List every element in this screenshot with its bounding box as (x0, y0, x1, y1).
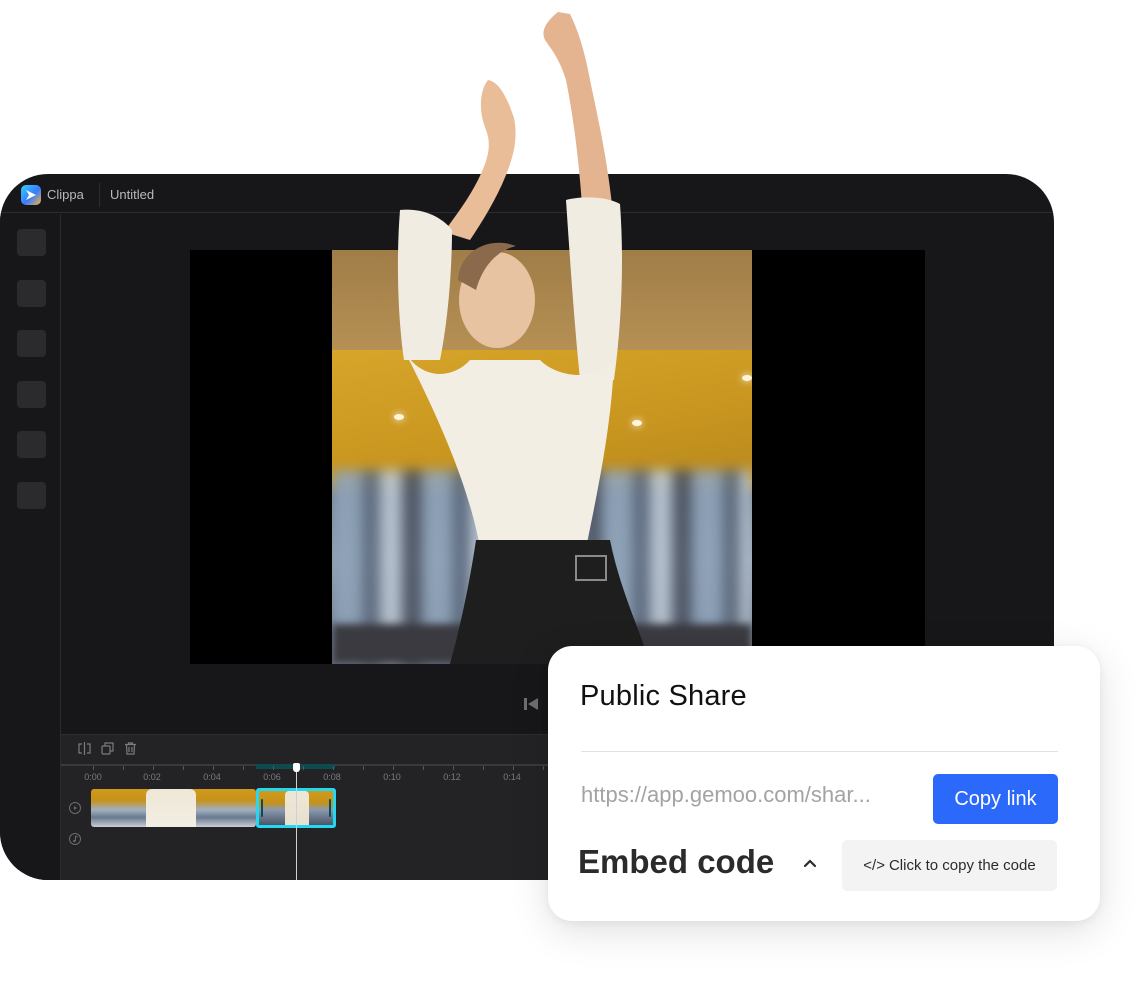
title-bar: Clippa Untitled (0, 174, 1054, 213)
sidebar-tool-1[interactable] (17, 229, 46, 256)
delete-icon[interactable] (123, 741, 138, 756)
copy-embed-code-button[interactable]: </> Click to copy the code (842, 840, 1057, 891)
code-icon: </> (863, 857, 885, 874)
ruler-label: 0:08 (323, 772, 341, 782)
photo-light (742, 375, 752, 381)
playhead[interactable] (296, 768, 297, 880)
ruler-tick (393, 766, 394, 770)
ruler-label: 0:12 (443, 772, 461, 782)
skip-to-start-icon[interactable] (523, 696, 539, 712)
audio-track-icon (69, 833, 81, 845)
ruler-tick (273, 766, 274, 770)
sidebar-tool-5[interactable] (17, 431, 46, 458)
ruler-tick (453, 766, 454, 770)
sidebar-tool-6[interactable] (17, 482, 46, 509)
title-divider (99, 183, 100, 207)
sidebar-tool-3[interactable] (17, 330, 46, 357)
ruler-label: 0:10 (383, 772, 401, 782)
video-clip[interactable] (91, 789, 256, 827)
sidebar-tool-2[interactable] (17, 280, 46, 307)
ruler-tick (243, 766, 244, 770)
ruler-tick (423, 766, 424, 770)
public-share-card: Public Share https://app.gemoo.com/shar.… (548, 646, 1100, 921)
video-track-icon (69, 802, 81, 814)
duplicate-icon[interactable] (100, 741, 115, 756)
tool-sidebar (0, 214, 61, 880)
embed-code-toggle[interactable]: Embed code (578, 843, 774, 881)
split-icon[interactable] (77, 741, 92, 756)
ruler-label: 0:00 (84, 772, 102, 782)
ruler-tick (363, 766, 364, 770)
photo-ceiling (332, 250, 752, 360)
photo-light (394, 414, 404, 420)
clip-trim-handle-right[interactable] (329, 799, 331, 817)
document-title[interactable]: Untitled (110, 187, 154, 202)
share-url-field[interactable]: https://app.gemoo.com/shar... (581, 782, 933, 808)
ruler-label: 0:06 (263, 772, 281, 782)
clip-trim-handle-left[interactable] (261, 799, 263, 817)
sidebar-tool-4[interactable] (17, 381, 46, 408)
copy-code-label: Click to copy the code (888, 857, 1036, 874)
chevron-up-icon[interactable] (803, 858, 817, 868)
ruler-tick (543, 766, 544, 770)
playhead-handle[interactable] (293, 763, 300, 772)
ruler-tick (123, 766, 124, 770)
ruler-tick (153, 766, 154, 770)
app-name: Clippa (47, 187, 84, 202)
app-logo-icon (21, 185, 41, 205)
ruler-label: 0:14 (503, 772, 521, 782)
photo-light (632, 420, 642, 426)
preview-image (332, 250, 752, 664)
timeline-toolbar (77, 741, 138, 756)
ruler-tick (213, 766, 214, 770)
ruler-tick (303, 766, 304, 770)
ruler-tick (93, 766, 94, 770)
ruler-label: 0:02 (143, 772, 161, 782)
ruler-label: 0:04 (203, 772, 221, 782)
ruler-tick (483, 766, 484, 770)
ruler-tick (513, 766, 514, 770)
ruler-tick (183, 766, 184, 770)
share-divider (581, 751, 1058, 752)
share-title: Public Share (580, 680, 747, 712)
clip-thumbnail-figure (285, 791, 309, 825)
ruler-tick (333, 766, 334, 770)
clip-thumbnail-figure (146, 789, 196, 827)
copy-link-button[interactable]: Copy link (933, 774, 1058, 824)
